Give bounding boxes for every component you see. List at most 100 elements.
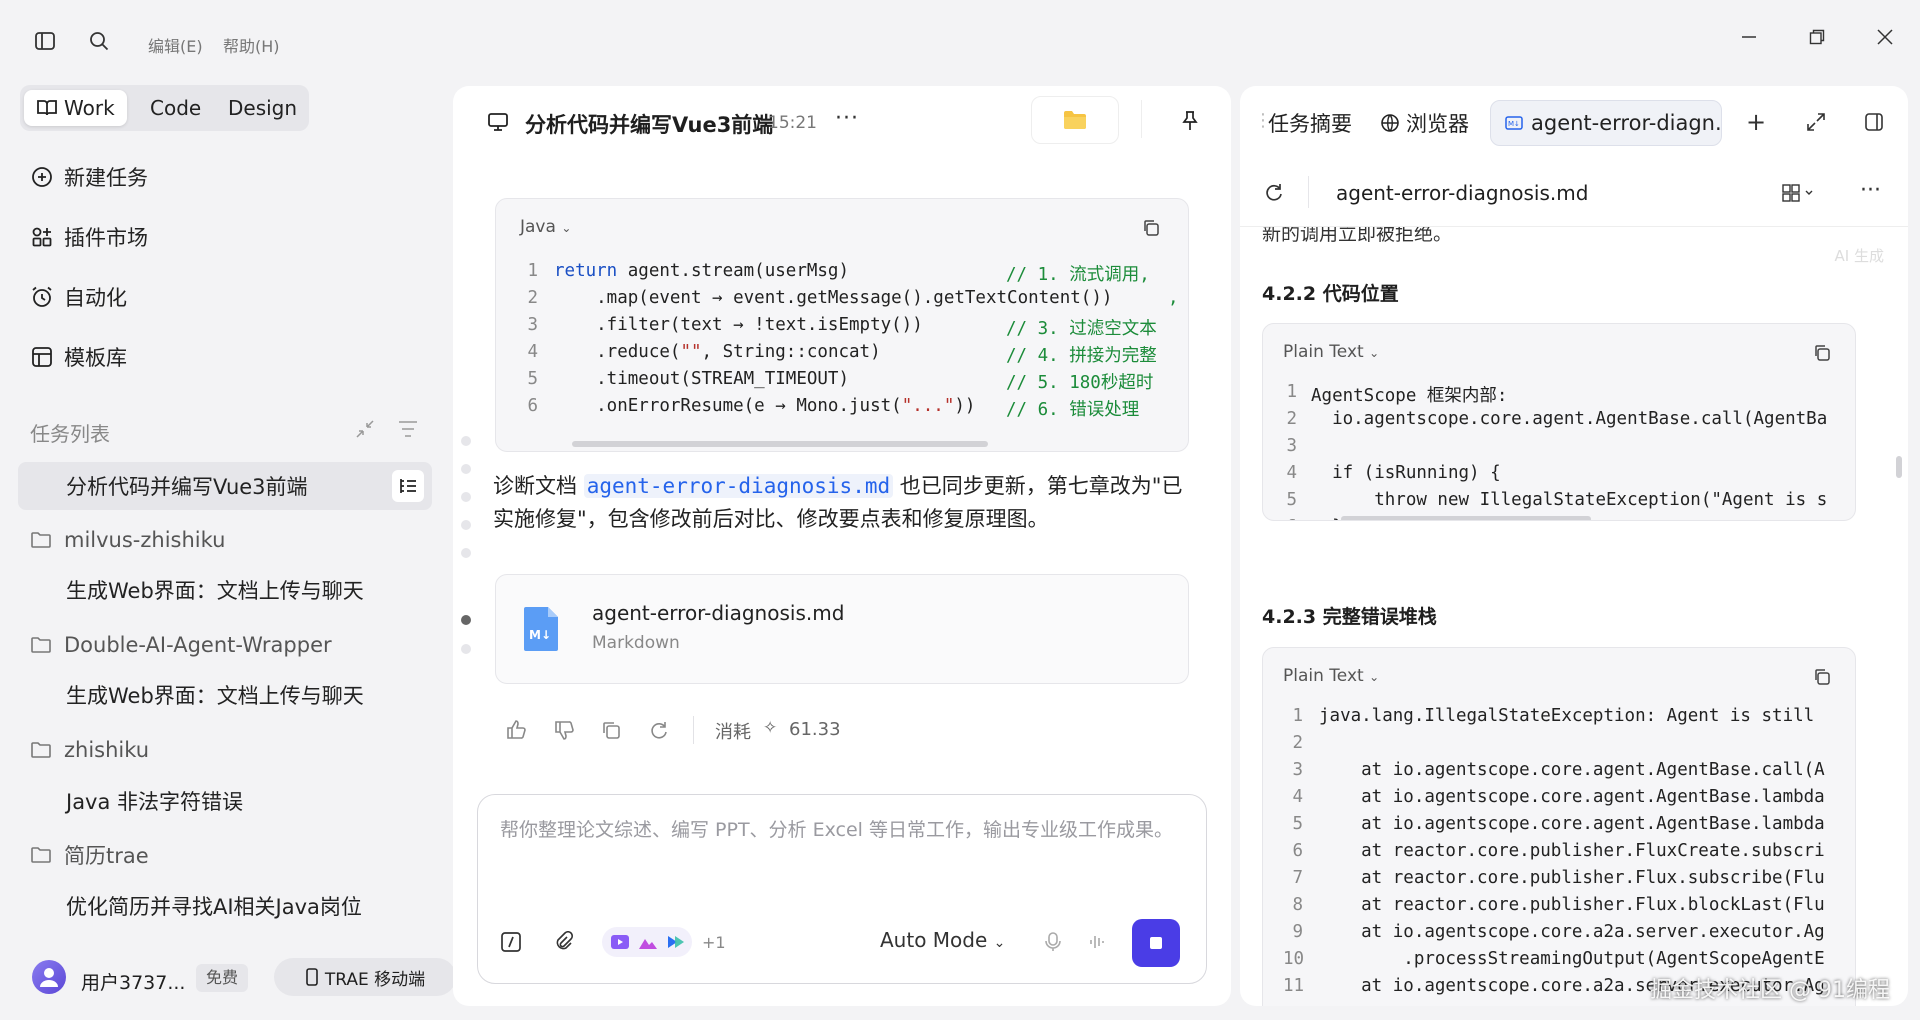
step-dot[interactable]: [461, 464, 471, 474]
code-lang-label: Plain Text: [1283, 342, 1364, 362]
attachment-icon[interactable]: [554, 931, 574, 953]
microphone-icon[interactable]: [1044, 931, 1062, 953]
step-dot[interactable]: [461, 520, 471, 530]
step-dot[interactable]: [461, 548, 471, 558]
step-dot[interactable]: [461, 644, 471, 654]
code-lang-select[interactable]: Java ⌄: [520, 217, 571, 237]
code-line: at io.agentscope.core.agent.AgentBase.ca…: [1319, 760, 1825, 780]
step-dot[interactable]: [461, 492, 471, 502]
copy-icon[interactable]: [1813, 668, 1831, 686]
step-dot[interactable]: [461, 436, 471, 446]
close-icon[interactable]: [1876, 28, 1894, 46]
menu-help[interactable]: 帮助(H): [223, 33, 280, 57]
markdown-file-icon: M↓: [522, 605, 562, 653]
view-mode-icon[interactable]: [1782, 184, 1814, 202]
task-item[interactable]: Java 非法字符错误: [18, 777, 432, 825]
sidebar-toggle-icon[interactable]: [34, 30, 56, 52]
task-item[interactable]: 优化简历并寻找AI相关Java岗位: [18, 882, 432, 930]
folder-label: 简历trae: [64, 844, 149, 868]
code-line: at io.agentscope.core.a2a.server.executo…: [1319, 922, 1825, 942]
folder-item[interactable]: milvus-zhishiku: [30, 520, 225, 560]
code-lang-select[interactable]: Plain Text ⌄: [1283, 666, 1379, 686]
code-block: Plain Text ⌄ 1 2 3 4 5 6 7 8 9 10 11 jav…: [1262, 647, 1856, 1006]
copy-icon[interactable]: [1813, 344, 1831, 362]
nav-templates[interactable]: 模板库: [30, 337, 127, 377]
folder-item[interactable]: Double-AI-Agent-Wrapper: [30, 625, 332, 665]
plugin-more-count[interactable]: +1: [702, 933, 726, 952]
divider: [693, 716, 694, 744]
message-input[interactable]: 帮你整理论文综述、编写 PPT、分析 Excel 等日常工作，输出专业级工作成果…: [477, 794, 1207, 984]
tab-document[interactable]: M↓ agent-error-diagn...: [1490, 100, 1722, 146]
avatar[interactable]: [32, 960, 66, 994]
chevron-down-icon: ⌄: [1369, 670, 1380, 684]
folder-item[interactable]: 简历trae: [30, 835, 149, 875]
code-lang-select[interactable]: Plain Text ⌄: [1283, 342, 1379, 362]
document-viewport[interactable]: 新的调用立即被拒绝。 AI 生成 4.2.2 代码位置 Plain Text ⌄…: [1240, 227, 1908, 1006]
panel-toggle-icon[interactable]: [1864, 112, 1884, 132]
tab-label: agent-error-diagn...: [1531, 111, 1722, 135]
folder-button[interactable]: [1031, 96, 1119, 144]
vertical-scrollbar[interactable]: [1896, 456, 1902, 478]
folder-label: Double-AI-Agent-Wrapper: [64, 633, 332, 657]
more-options-icon[interactable]: ···: [1860, 178, 1881, 203]
mode-tab-work[interactable]: Work: [24, 90, 127, 126]
add-tab-icon[interactable]: +: [1746, 108, 1766, 136]
nav-new-task[interactable]: 新建任务: [30, 157, 148, 197]
horizontal-scrollbar[interactable]: [572, 441, 988, 447]
list-detail-icon[interactable]: [392, 470, 424, 502]
minimize-icon[interactable]: [1740, 28, 1758, 46]
code-block: Plain Text ⌄ 1 2 3 4 5 6 AgentScope 框架内部…: [1262, 323, 1856, 521]
mobile-button[interactable]: TRAE 移动端: [274, 958, 456, 996]
task-label: 生成Web界面：文档上传与聊天: [66, 684, 364, 708]
copy-icon[interactable]: [1142, 219, 1160, 237]
plugin-chips[interactable]: [602, 927, 692, 957]
tab-task-summary[interactable]: 任务摘要: [1268, 100, 1352, 146]
thumbs-up-icon[interactable]: [505, 718, 527, 740]
doc-link[interactable]: agent-error-diagnosis.md: [583, 474, 894, 498]
task-item[interactable]: 生成Web界面：文档上传与聊天: [18, 671, 432, 719]
more-options-icon[interactable]: ···: [835, 106, 859, 131]
restore-icon[interactable]: [1808, 28, 1826, 46]
task-item-active[interactable]: 分析代码并编写Vue3前端: [18, 462, 432, 510]
code-line: .filter(text → !text.isEmpty()): [554, 315, 923, 335]
code-comment: // 5. 180秒超时: [1006, 373, 1154, 393]
folder-label: zhishiku: [64, 738, 150, 762]
line-number: 4: [1286, 463, 1297, 483]
collapse-icon[interactable]: [355, 419, 375, 439]
line-number: 1: [527, 261, 538, 281]
nav-automation[interactable]: 自动化: [30, 277, 127, 317]
step-dot-active[interactable]: [461, 615, 471, 625]
tab-browser[interactable]: 浏览器: [1380, 100, 1469, 146]
thumbs-down-icon[interactable]: [553, 720, 575, 742]
flow-plugin-icon: [668, 936, 684, 948]
nav-label: 自动化: [64, 286, 127, 310]
tab-label: 浏览器: [1406, 112, 1469, 136]
user-name[interactable]: 用户3737...: [81, 968, 185, 995]
mode-tab-code[interactable]: Code: [138, 90, 213, 126]
search-icon[interactable]: [88, 30, 110, 52]
refresh-icon[interactable]: [1264, 182, 1284, 202]
regenerate-icon[interactable]: [649, 720, 669, 740]
code-line: .timeout(STREAM_TIMEOUT): [554, 369, 850, 389]
task-item[interactable]: 生成Web界面：文档上传与聊天: [18, 566, 432, 614]
menu-edit[interactable]: 编辑(E): [148, 33, 203, 57]
line-number: 5: [1286, 490, 1297, 510]
heading-422: 4.2.2 代码位置: [1262, 283, 1399, 305]
stop-button[interactable]: [1132, 919, 1180, 967]
line-number: 5: [527, 369, 538, 389]
horizontal-scrollbar[interactable]: [1341, 516, 1591, 520]
nav-plugin-market[interactable]: 插件市场: [30, 217, 148, 257]
slash-command-icon[interactable]: [500, 931, 522, 953]
voice-wave-icon[interactable]: [1088, 933, 1106, 951]
mode-select[interactable]: Auto Mode ⌄: [880, 928, 1005, 952]
code-line: .reduce("", String::concat): [554, 342, 881, 362]
file-card[interactable]: M↓ agent-error-diagnosis.md Markdown: [495, 574, 1189, 684]
folder-item[interactable]: zhishiku: [30, 730, 149, 770]
mode-tab-design[interactable]: Design: [216, 90, 309, 126]
filter-icon[interactable]: [397, 419, 419, 439]
tab-label: 任务摘要: [1268, 112, 1352, 136]
line-number: 9: [1292, 922, 1303, 942]
copy-icon[interactable]: [601, 720, 621, 740]
expand-icon[interactable]: [1806, 112, 1826, 132]
pin-icon[interactable]: [1181, 110, 1199, 132]
